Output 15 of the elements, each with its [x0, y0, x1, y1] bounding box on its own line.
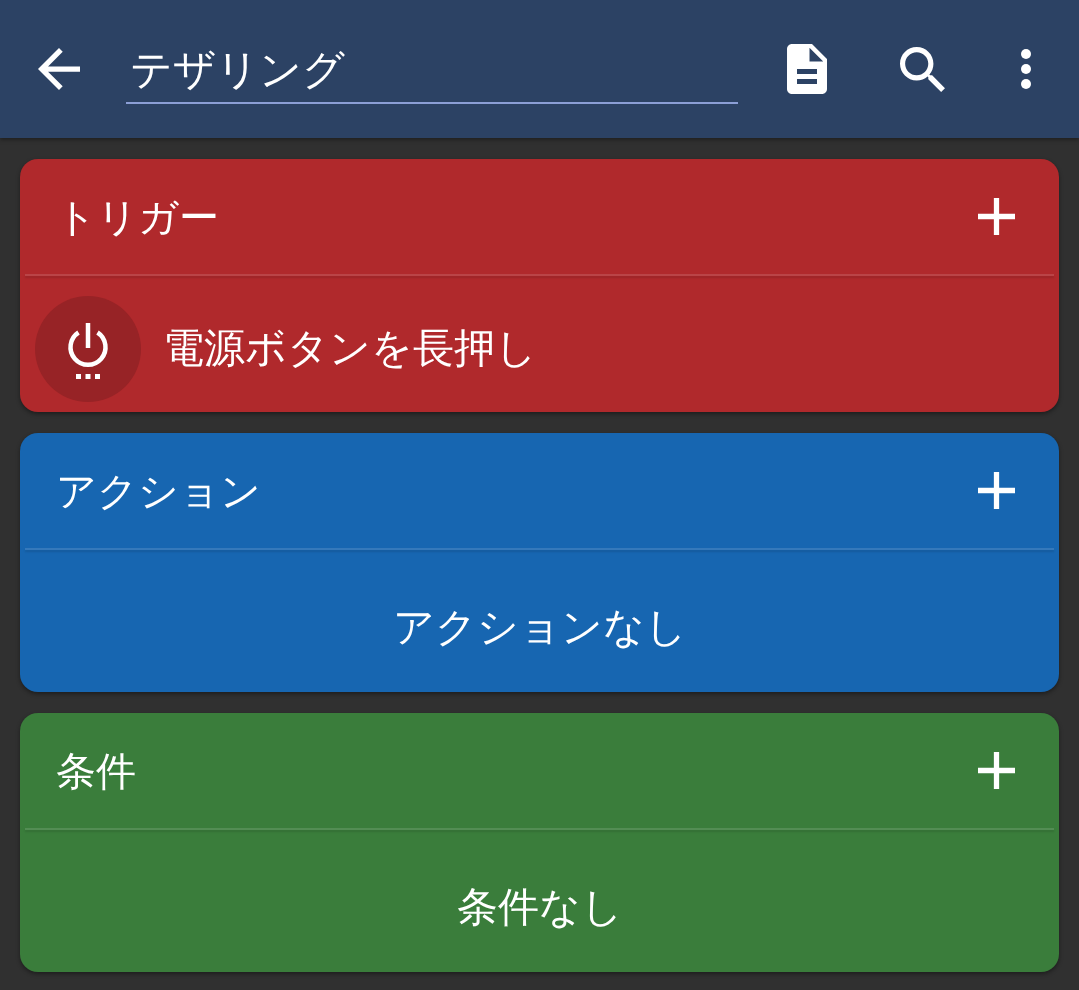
power-icon	[35, 296, 141, 402]
search-icon[interactable]	[900, 46, 945, 92]
add-icon[interactable]	[978, 198, 1015, 235]
title-field[interactable]: テザリング	[126, 42, 738, 104]
trigger-item-label[interactable]: 電源ボタンを長押し	[163, 324, 537, 374]
section-title: 条件	[56, 746, 136, 795]
empty-message: アクションなし	[392, 603, 687, 653]
back-icon[interactable]	[38, 48, 80, 90]
document-icon[interactable]	[787, 44, 827, 94]
empty-message: 条件なし	[456, 883, 623, 933]
add-icon[interactable]	[978, 752, 1015, 789]
more-options-icon[interactable]	[1021, 49, 1031, 89]
section-title: アクション	[56, 466, 261, 515]
add-icon[interactable]	[978, 472, 1015, 509]
section-title: トリガー	[56, 192, 219, 241]
